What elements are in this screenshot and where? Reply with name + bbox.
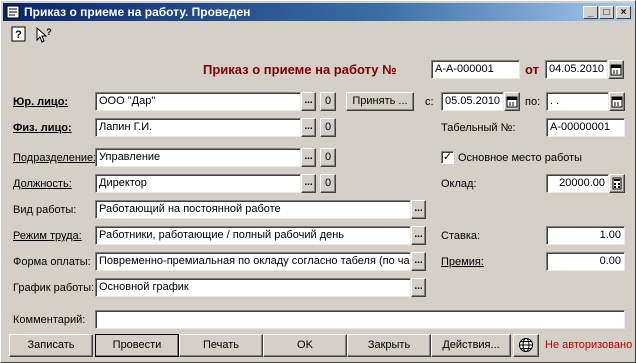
labor-mode-select-button[interactable]: ...: [411, 226, 426, 245]
work-type-label: Вид работы:: [13, 204, 77, 216]
person-select-button[interactable]: ...: [301, 118, 316, 137]
department-label: Подразделение:: [13, 152, 97, 164]
calculator-button[interactable]: [609, 174, 625, 193]
actions-button[interactable]: Действия...: [431, 334, 511, 357]
write-button[interactable]: Записать: [9, 334, 93, 357]
bonus-label: Премия:: [441, 256, 484, 268]
tab-number-field[interactable]: А-00000001: [546, 118, 625, 137]
authorization-status: Не авторизовано: [545, 339, 633, 351]
order-date-field[interactable]: 04.05.2010: [545, 60, 608, 79]
main-job-checkbox[interactable]: ✓: [441, 151, 454, 164]
toolbar: ? ?: [3, 23, 633, 49]
minimize-button[interactable]: _: [583, 6, 598, 19]
legal-entity-open-button[interactable]: 0: [320, 92, 336, 111]
calendar-icon: [611, 96, 623, 108]
window-title: Приказ о приеме на работу. Проведен: [24, 5, 251, 19]
person-open-button[interactable]: 0: [320, 118, 336, 137]
schedule-field[interactable]: Основной график: [95, 278, 411, 297]
position-open-button[interactable]: 0: [320, 174, 336, 193]
pay-form-field[interactable]: Повременно-премиальная по окладу согласн…: [95, 252, 411, 271]
pay-form-label: Форма оплаты:: [13, 256, 91, 268]
calendar-button[interactable]: [608, 60, 624, 79]
from-date-field[interactable]: 05.05.2010: [441, 92, 504, 111]
pay-form-select-button[interactable]: ...: [411, 252, 426, 271]
rate-field[interactable]: 1.00: [546, 226, 625, 245]
document-icon: [6, 5, 20, 19]
rate-label: Ставка:: [441, 230, 481, 242]
department-field[interactable]: Управление: [95, 148, 301, 167]
salary-label: Оклад:: [441, 178, 477, 190]
to-calendar-button[interactable]: [609, 92, 625, 111]
date-label: от: [525, 62, 539, 77]
maximize-button[interactable]: □: [599, 6, 614, 19]
tab-number-label: Табельный №:: [441, 122, 516, 134]
accept-button[interactable]: Принять ...: [346, 92, 414, 111]
legal-entity-select-button[interactable]: ...: [301, 92, 316, 111]
help-icon[interactable]: ?: [11, 26, 29, 44]
person-field[interactable]: Лапин Г.И.: [95, 118, 301, 137]
labor-mode-field[interactable]: Работники, работающие / полный рабочий д…: [95, 226, 411, 245]
legal-entity-label: Юр. лицо:: [13, 96, 69, 108]
legal-entity-field[interactable]: ООО "Дар": [95, 92, 301, 111]
position-field[interactable]: Директор: [95, 174, 301, 193]
salary-field[interactable]: 20000.00: [546, 174, 609, 193]
from-label: с:: [425, 96, 434, 108]
calendar-icon: [506, 96, 518, 108]
position-select-button[interactable]: ...: [301, 174, 316, 193]
svg-text:?: ?: [15, 29, 22, 41]
document-window: Приказ о приеме на работу. Проведен _ □ …: [0, 0, 636, 363]
from-calendar-button[interactable]: [504, 92, 520, 111]
calendar-icon: [610, 64, 622, 76]
order-number-field[interactable]: А-А-000001: [431, 60, 520, 79]
svg-text:?: ?: [46, 27, 52, 37]
department-select-button[interactable]: ...: [301, 148, 316, 167]
context-help-pointer-icon[interactable]: ?: [35, 26, 53, 44]
title-bar[interactable]: Приказ о приеме на работу. Проведен _ □ …: [3, 3, 633, 21]
labor-mode-label: Режим труда:: [13, 230, 82, 242]
close-button[interactable]: Закрыть: [347, 334, 431, 357]
to-label: по:: [525, 96, 541, 108]
department-open-button[interactable]: 0: [320, 148, 336, 167]
bonus-field[interactable]: 0.00: [546, 252, 625, 271]
calculator-icon: [612, 177, 622, 190]
to-date-field[interactable]: . .: [546, 92, 609, 111]
comment-field[interactable]: [95, 310, 625, 329]
authorization-button[interactable]: [513, 334, 539, 357]
close-window-button[interactable]: ×: [616, 6, 631, 19]
work-type-field[interactable]: Работающий на постоянной работе: [95, 200, 411, 219]
comment-label: Комментарий:: [13, 314, 86, 326]
post-button[interactable]: Провести: [95, 334, 179, 357]
ok-button[interactable]: OK: [263, 334, 347, 357]
globe-icon: [519, 338, 533, 352]
order-title: Приказ о приеме на работу №: [203, 62, 397, 77]
schedule-select-button[interactable]: ...: [411, 278, 426, 297]
main-job-label: Основное место работы: [458, 152, 583, 164]
position-label: Должность:: [13, 178, 72, 190]
work-type-select-button[interactable]: ...: [411, 200, 426, 219]
person-label: Физ. лицо:: [13, 122, 72, 134]
schedule-label: График работы:: [13, 282, 95, 294]
print-button[interactable]: Печать: [179, 334, 263, 357]
